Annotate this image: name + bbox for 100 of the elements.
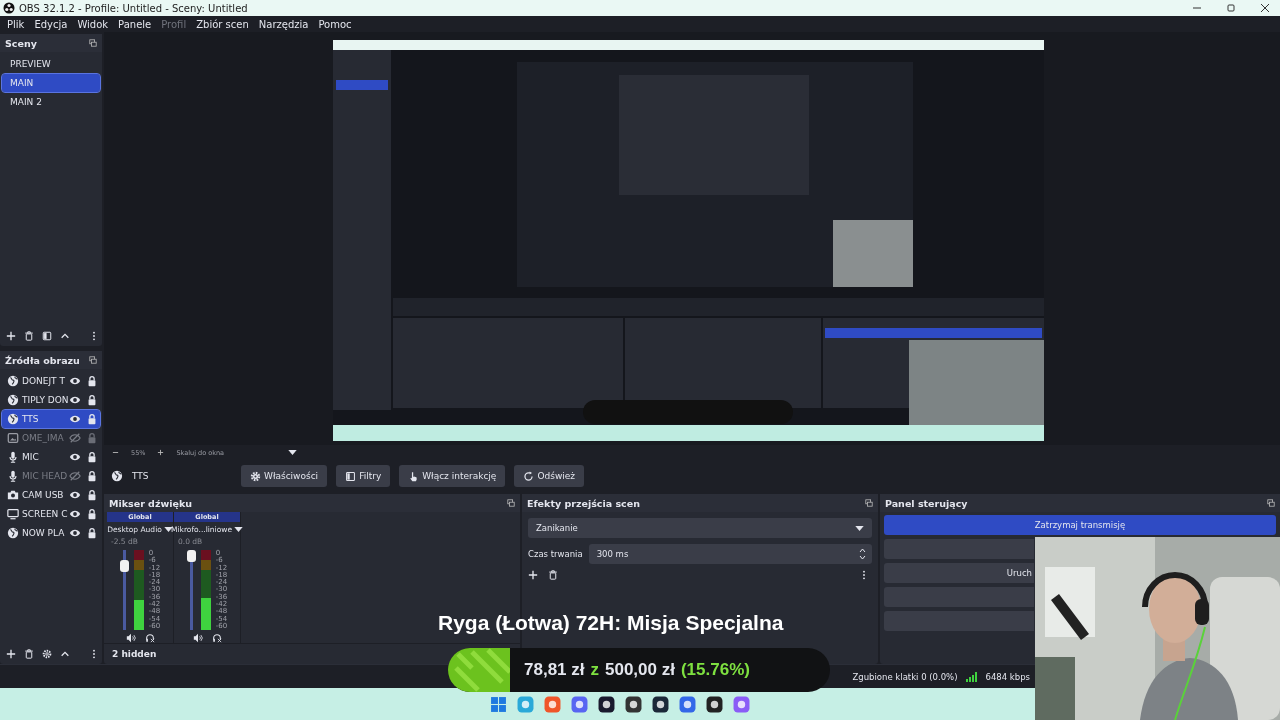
scene-item[interactable]: PREVIEW bbox=[2, 55, 100, 73]
eye-slash-icon[interactable] bbox=[69, 470, 81, 482]
spinner-arrows-icon[interactable] bbox=[859, 547, 866, 561]
menu-item[interactable]: Plik bbox=[2, 18, 30, 30]
eye-icon[interactable] bbox=[69, 451, 81, 463]
image-icon bbox=[7, 432, 19, 444]
toolbar-button[interactable]: Właściwości bbox=[241, 465, 328, 487]
source-item[interactable]: TTS bbox=[2, 410, 100, 428]
control-button[interactable]: Zatrzymaj transmisję bbox=[884, 515, 1276, 535]
eye-icon[interactable] bbox=[69, 413, 81, 425]
source-name: DONEJT T bbox=[22, 376, 64, 386]
undock-icon[interactable] bbox=[507, 499, 515, 507]
overlay-title: Ryga (Łotwa) 72H: Misja Specjalna bbox=[438, 611, 784, 635]
eye-icon[interactable] bbox=[69, 394, 81, 406]
taskbar-app-icon[interactable] bbox=[706, 695, 723, 713]
trash-icon[interactable] bbox=[24, 649, 34, 659]
control-button[interactable]: Uruch bbox=[884, 563, 1034, 583]
dropdown-caret-icon bbox=[163, 527, 173, 532]
source-name: TTS bbox=[132, 471, 150, 481]
lock-icon[interactable] bbox=[86, 451, 98, 463]
taskbar-app-icon[interactable] bbox=[652, 695, 669, 713]
source-item[interactable]: TIPLY DON bbox=[2, 391, 100, 409]
globe-icon bbox=[111, 470, 123, 482]
toolbar-button[interactable]: Włącz interakcję bbox=[399, 465, 506, 487]
add-icon[interactable] bbox=[6, 649, 16, 659]
lock-icon[interactable] bbox=[86, 375, 98, 387]
filter-icon bbox=[345, 470, 357, 482]
chevron-up-icon[interactable] bbox=[60, 331, 70, 341]
gear-icon bbox=[250, 470, 261, 482]
eye-icon[interactable] bbox=[69, 508, 81, 520]
undock-icon[interactable] bbox=[865, 499, 873, 507]
source-item[interactable]: MIC HEAD bbox=[2, 467, 100, 485]
maximize-icon[interactable] bbox=[1225, 2, 1237, 14]
toolbar-button[interactable]: Odśwież bbox=[514, 465, 584, 487]
lock-icon[interactable] bbox=[86, 508, 98, 520]
taskbar-app-icon[interactable] bbox=[598, 695, 615, 713]
headphones-icon[interactable] bbox=[144, 633, 155, 643]
source-item[interactable]: NOW PLA bbox=[2, 524, 100, 542]
lock-icon[interactable] bbox=[86, 527, 98, 539]
zoom-in-icon[interactable] bbox=[157, 449, 165, 456]
scene-item[interactable]: MAIN 2 bbox=[2, 93, 100, 111]
dropped-frames: Zgubione klatki 0 (0.0%) bbox=[852, 671, 958, 682]
lock-icon[interactable] bbox=[86, 489, 98, 501]
add-icon[interactable] bbox=[528, 570, 538, 580]
duration-field[interactable]: 300 ms bbox=[588, 544, 872, 564]
hand-pointer-icon bbox=[408, 470, 420, 482]
source-item[interactable]: OME_IMA bbox=[2, 429, 100, 447]
lock-icon[interactable] bbox=[86, 413, 98, 425]
scene-item[interactable]: MAIN bbox=[2, 74, 100, 92]
source-item[interactable]: CAM USB bbox=[2, 486, 100, 504]
goal-amount: 500,00 zł bbox=[605, 660, 675, 680]
slider-thumb[interactable] bbox=[119, 559, 129, 572]
lock-icon[interactable] bbox=[86, 394, 98, 406]
headphones-icon[interactable] bbox=[211, 633, 222, 643]
filter-icon[interactable] bbox=[42, 331, 52, 341]
speaker-icon[interactable] bbox=[192, 633, 203, 643]
add-icon[interactable] bbox=[6, 331, 16, 341]
close-icon[interactable] bbox=[1259, 2, 1271, 14]
chevron-up-icon[interactable] bbox=[60, 649, 70, 659]
slider-thumb[interactable] bbox=[186, 550, 196, 562]
undock-icon[interactable] bbox=[1267, 499, 1275, 507]
eye-icon[interactable] bbox=[69, 375, 81, 387]
undock-icon[interactable] bbox=[89, 356, 97, 364]
transition-dropdown[interactable]: Zanikanie bbox=[528, 518, 872, 538]
separator-text: z bbox=[590, 660, 599, 680]
more-icon[interactable] bbox=[92, 649, 96, 659]
window-title: OBS 32.1.2 - Profile: Untitled - Sceny: Untitled bbox=[19, 2, 248, 14]
menu-item[interactable]: Widok bbox=[72, 18, 114, 30]
trash-icon[interactable] bbox=[548, 570, 558, 580]
dropdown-caret-icon bbox=[288, 450, 298, 455]
lock-icon[interactable] bbox=[86, 470, 98, 482]
trash-icon[interactable] bbox=[24, 331, 34, 341]
taskbar-app-icon[interactable] bbox=[625, 695, 642, 713]
speaker-icon[interactable] bbox=[125, 633, 136, 643]
source-name: CAM USB bbox=[22, 490, 64, 500]
menu-item[interactable]: Panele bbox=[113, 18, 157, 30]
zoom-out-icon[interactable] bbox=[112, 449, 119, 456]
goal-percent: (15.76%) bbox=[680, 660, 750, 680]
toolbar-button[interactable]: Filtry bbox=[336, 465, 391, 487]
start-icon[interactable] bbox=[490, 695, 507, 713]
globe-icon bbox=[7, 394, 19, 406]
dropdown-caret-icon bbox=[855, 525, 864, 531]
undock-icon[interactable] bbox=[89, 39, 97, 47]
menu-item[interactable]: Zbiór scen bbox=[191, 18, 254, 30]
menu-item[interactable]: Pomoc bbox=[313, 18, 357, 30]
panel-title: Panel sterujący bbox=[885, 497, 968, 509]
eye-icon[interactable] bbox=[69, 489, 81, 501]
globe-icon bbox=[7, 413, 19, 425]
more-icon[interactable] bbox=[862, 570, 866, 580]
dropdown-caret-icon bbox=[234, 527, 243, 532]
more-icon[interactable] bbox=[92, 331, 96, 341]
eye-icon[interactable] bbox=[69, 527, 81, 539]
source-item[interactable]: SCREEN C bbox=[2, 505, 100, 523]
hidden-count[interactable]: 2 hidden bbox=[112, 649, 157, 659]
eye-slash-icon[interactable] bbox=[69, 432, 81, 444]
menu-item[interactable]: Edycja bbox=[29, 18, 73, 30]
settings-icon[interactable] bbox=[42, 649, 52, 659]
source-item[interactable]: DONEJT T bbox=[2, 372, 100, 390]
menu-item[interactable]: Narzędzia bbox=[253, 18, 314, 30]
source-item[interactable]: MIC bbox=[2, 448, 100, 466]
